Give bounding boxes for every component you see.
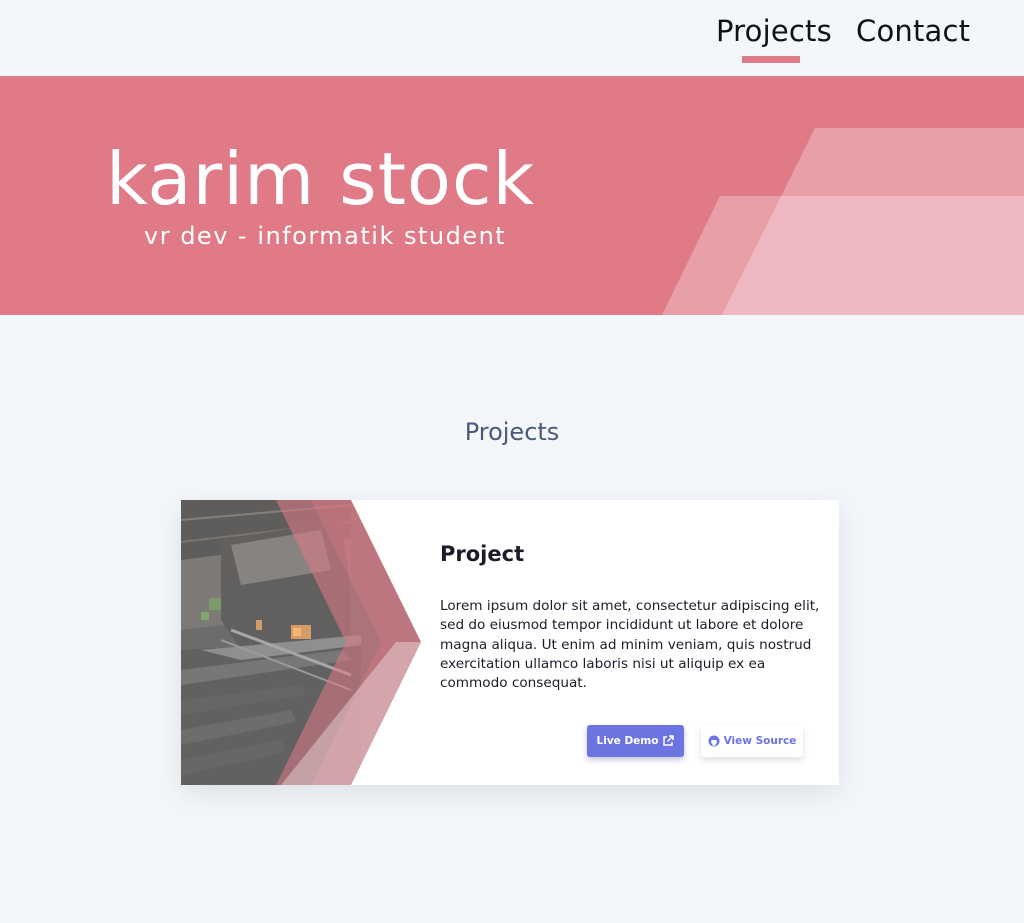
- top-nav: Projects Contact: [0, 0, 1024, 76]
- nav-link-contact[interactable]: Contact: [856, 14, 970, 48]
- hero-banner: karim stock vr dev - informatik student: [0, 76, 1024, 315]
- view-source-button[interactable]: View Source: [701, 725, 803, 757]
- view-source-label: View Source: [723, 735, 797, 747]
- nav-active-indicator: [742, 56, 800, 63]
- project-description: Lorem ipsum dolor sit amet, consectetur …: [440, 598, 820, 692]
- hero-title: karim stock: [106, 137, 536, 221]
- project-image: [181, 500, 421, 785]
- projects-section-title: Projects: [464, 418, 560, 446]
- project-title: Project: [440, 542, 525, 566]
- live-demo-button[interactable]: Live Demo: [587, 725, 684, 757]
- github-icon: [708, 735, 720, 747]
- live-demo-label: Live Demo: [596, 735, 659, 747]
- external-link-icon: [662, 735, 675, 747]
- project-card: Project Lorem ipsum dolor sit amet, cons…: [181, 500, 839, 785]
- nav-link-projects[interactable]: Projects: [716, 14, 832, 48]
- hero-subtitle: vr dev - informatik student: [144, 222, 507, 250]
